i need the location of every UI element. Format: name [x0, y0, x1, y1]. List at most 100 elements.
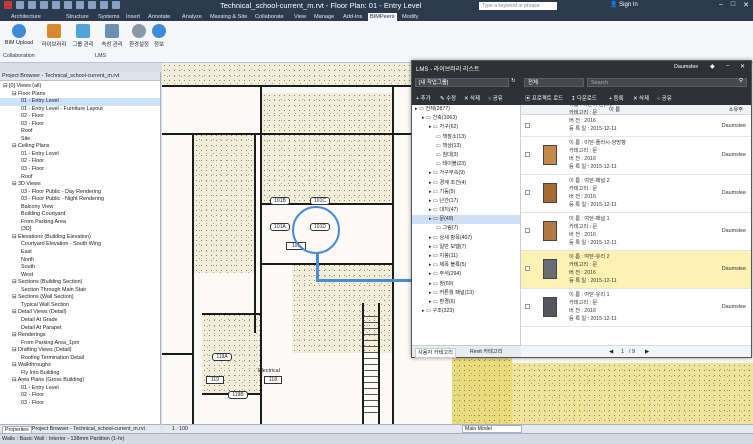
lms-tree-node[interactable]: ▸ ▭ 가구부속(9) [412, 169, 520, 178]
browser-node[interactable]: Roof [0, 128, 160, 136]
maximize-icon[interactable]: □ [731, 1, 735, 9]
browser-node[interactable]: Typical Wall Section [0, 302, 160, 310]
browser-node[interactable]: Courtyard Elevation - South Wing [0, 241, 160, 249]
lms-tree-node[interactable]: ▸ ▭ 일반 모델(7) [412, 243, 520, 252]
help-search-input[interactable]: Type a keyword or phrase [479, 2, 557, 10]
list-item[interactable]: 이름 : 여닫이-문(...) 카테고리 : 문버 전 : 2016 등 록 일 :… [521, 105, 751, 137]
lms-tree-node[interactable]: ▸ ▭ 제목 블록(5) [412, 261, 520, 270]
tab-11[interactable]: BIMPeers [368, 13, 397, 21]
tab-10[interactable]: Add-Ins [341, 13, 364, 21]
browser-node[interactable]: {3D} [0, 226, 160, 234]
lms-tree-node[interactable]: ▭ 테이블(23) [412, 160, 520, 169]
browser-node[interactable]: 03 - Floor [0, 121, 160, 129]
close-icon[interactable]: ✕ [740, 63, 745, 70]
door-tag[interactable]: 101C [310, 197, 330, 205]
row-checkbox[interactable] [525, 304, 530, 309]
browser-node[interactable]: ⊟ 3D Views [0, 181, 160, 189]
door-tag[interactable]: 101A [270, 223, 290, 231]
lms-tree-node[interactable]: ▸ ▭ 경계 조건(4) [412, 179, 520, 188]
lms-tree-node[interactable]: ▭ 책장소(13) [412, 133, 520, 142]
lms-tree-node[interactable]: ▸ ▭ 대지(47) [412, 206, 520, 215]
pin-icon[interactable]: ◆ [710, 63, 715, 70]
tree-edit-button[interactable]: ✎ 수정 [440, 94, 456, 102]
measure-icon[interactable] [76, 1, 84, 9]
tab-revit-category[interactable]: Revit 카테고리 [468, 348, 504, 356]
browser-node[interactable]: Detail At Grade [0, 317, 160, 325]
lms-user[interactable]: Daumslee [674, 64, 698, 70]
browser-node[interactable]: ⊟ Sections (Building Section) [0, 279, 160, 287]
browser-node[interactable]: 02 - Floor [0, 158, 160, 166]
browser-node[interactable]: Site [0, 136, 160, 144]
section-icon[interactable] [112, 1, 120, 9]
browser-node[interactable]: East [0, 249, 160, 257]
list-share-button[interactable]: ○ 공유 [657, 94, 672, 102]
tab-6[interactable]: Massing & Site [208, 13, 249, 21]
3d-view-icon[interactable] [100, 1, 108, 9]
browser-node[interactable]: ⊟ Ceiling Plans [0, 143, 160, 151]
group-manage-button[interactable]: 그룹 관리 [69, 24, 97, 48]
browser-node[interactable]: 01 - Entry Level [0, 98, 160, 106]
property-manage-button[interactable]: 속성 관리 [98, 24, 126, 48]
row-checkbox[interactable] [525, 228, 530, 233]
tab-project-browser[interactable]: Project Browser - Technical_school-curre… [30, 426, 147, 433]
list-item[interactable]: 이 름 : 여닫-유리 1 카테고리 : 문버 전 : 2016 등 록 일 : 2… [521, 289, 751, 327]
open-icon[interactable] [16, 1, 24, 9]
browser-node[interactable]: 01 - Entry Level [0, 385, 160, 393]
tab-8[interactable]: View [292, 13, 308, 21]
tab-user-category[interactable]: 사용자 카테고리 [415, 348, 456, 358]
search-icon[interactable]: ⚲ [739, 78, 743, 84]
list-item[interactable]: 이 름 : 여닫-유리 2 카테고리 : 문버 전 : 2016 등 록 일 : 2… [521, 251, 751, 289]
tab-3[interactable]: Insert [124, 13, 142, 21]
browser-node[interactable]: 03 - Floor Public - Day Rendering [0, 189, 160, 197]
lms-tree-node[interactable]: ▸ ▭ 전체(2877) [412, 105, 520, 114]
browser-node[interactable]: ⊟ [0] Views (all) [0, 83, 160, 91]
library-button[interactable]: 라이브러리 [40, 24, 68, 48]
text-icon[interactable] [88, 1, 96, 9]
browser-node[interactable]: West [0, 272, 160, 280]
minimize-icon[interactable]: – [719, 1, 723, 9]
tab-7[interactable]: Collaborate [253, 13, 286, 21]
next-page-icon[interactable]: ▶ [645, 348, 649, 356]
tab-12[interactable]: Modify [400, 13, 420, 21]
browser-node[interactable]: 03 - Floor Public - Night Rendering [0, 196, 160, 204]
close-icon[interactable]: ✕ [743, 1, 749, 9]
browser-node[interactable]: ⊟ Drafting Views (Detail) [0, 347, 160, 355]
browser-node[interactable]: 01 - Entry Level - Furniture Layout [0, 106, 160, 114]
browser-node[interactable]: From Parking Area [0, 219, 160, 227]
group-select[interactable]: [내 작업그룹] [415, 78, 509, 87]
browser-node[interactable]: North [0, 257, 160, 265]
tab-1[interactable]: Structure [64, 13, 91, 21]
browser-node[interactable]: From Parking Area_1pm [0, 340, 160, 348]
lms-tree-node[interactable]: ▸ ▭ 가구(62) [412, 123, 520, 132]
door-tag[interactable]: 119B [228, 391, 248, 399]
browser-node[interactable]: Detail At Parapet [0, 325, 160, 333]
category-select[interactable]: 전체 [524, 78, 584, 87]
lms-tree-node[interactable]: ▸ ▭ 주석(294) [412, 270, 520, 279]
list-item[interactable]: 이 름 : 미닫-플러시-양방향 카테고리 : 문버 전 : 2016 등 록 일 … [521, 137, 751, 175]
browser-node[interactable]: South [0, 264, 160, 272]
print-icon[interactable] [64, 1, 72, 9]
browser-node[interactable]: ⊟ Floor Plans [0, 91, 160, 99]
lms-tree-node[interactable]: ▸ ▭ 건축(1063) [412, 114, 520, 123]
current-page[interactable]: 1 [621, 348, 624, 356]
browser-node[interactable]: 01 - Entry Level [0, 151, 160, 159]
save-icon[interactable] [28, 1, 36, 9]
row-checkbox[interactable] [525, 123, 530, 128]
undo-icon[interactable] [40, 1, 48, 9]
browser-node[interactable]: Section Through Main Stair [0, 287, 160, 295]
tree-share-button[interactable]: ○ 공유 [488, 94, 503, 102]
redo-icon[interactable] [52, 1, 60, 9]
project-load-button[interactable]: ▣ 프로젝트 로드 [525, 94, 563, 102]
door-tag[interactable]: 101B [270, 197, 290, 205]
info-button[interactable]: 정보 [148, 24, 170, 48]
list-delete-button[interactable]: ✕ 삭제 [633, 94, 649, 102]
browser-node[interactable]: Roofing Termination Detail [0, 355, 160, 363]
browser-node[interactable]: 02 - Floor [0, 113, 160, 121]
list-item[interactable]: 이 름 : 여닫-패널 2 카테고리 : 문버 전 : 2016 등 록 일 : 2… [521, 175, 751, 213]
lms-tree-node[interactable]: ▸ ▭ 환경(6) [412, 298, 520, 307]
lms-tree-node[interactable]: ▸ ▭ 상세 항목(407) [412, 234, 520, 243]
register-button[interactable]: + 등록 [609, 94, 624, 102]
bim-upload-button[interactable]: BIM Upload [4, 24, 34, 46]
lms-tree-node[interactable]: ▭ 그림(7) [412, 224, 520, 233]
app-menu-icon[interactable] [4, 1, 12, 9]
